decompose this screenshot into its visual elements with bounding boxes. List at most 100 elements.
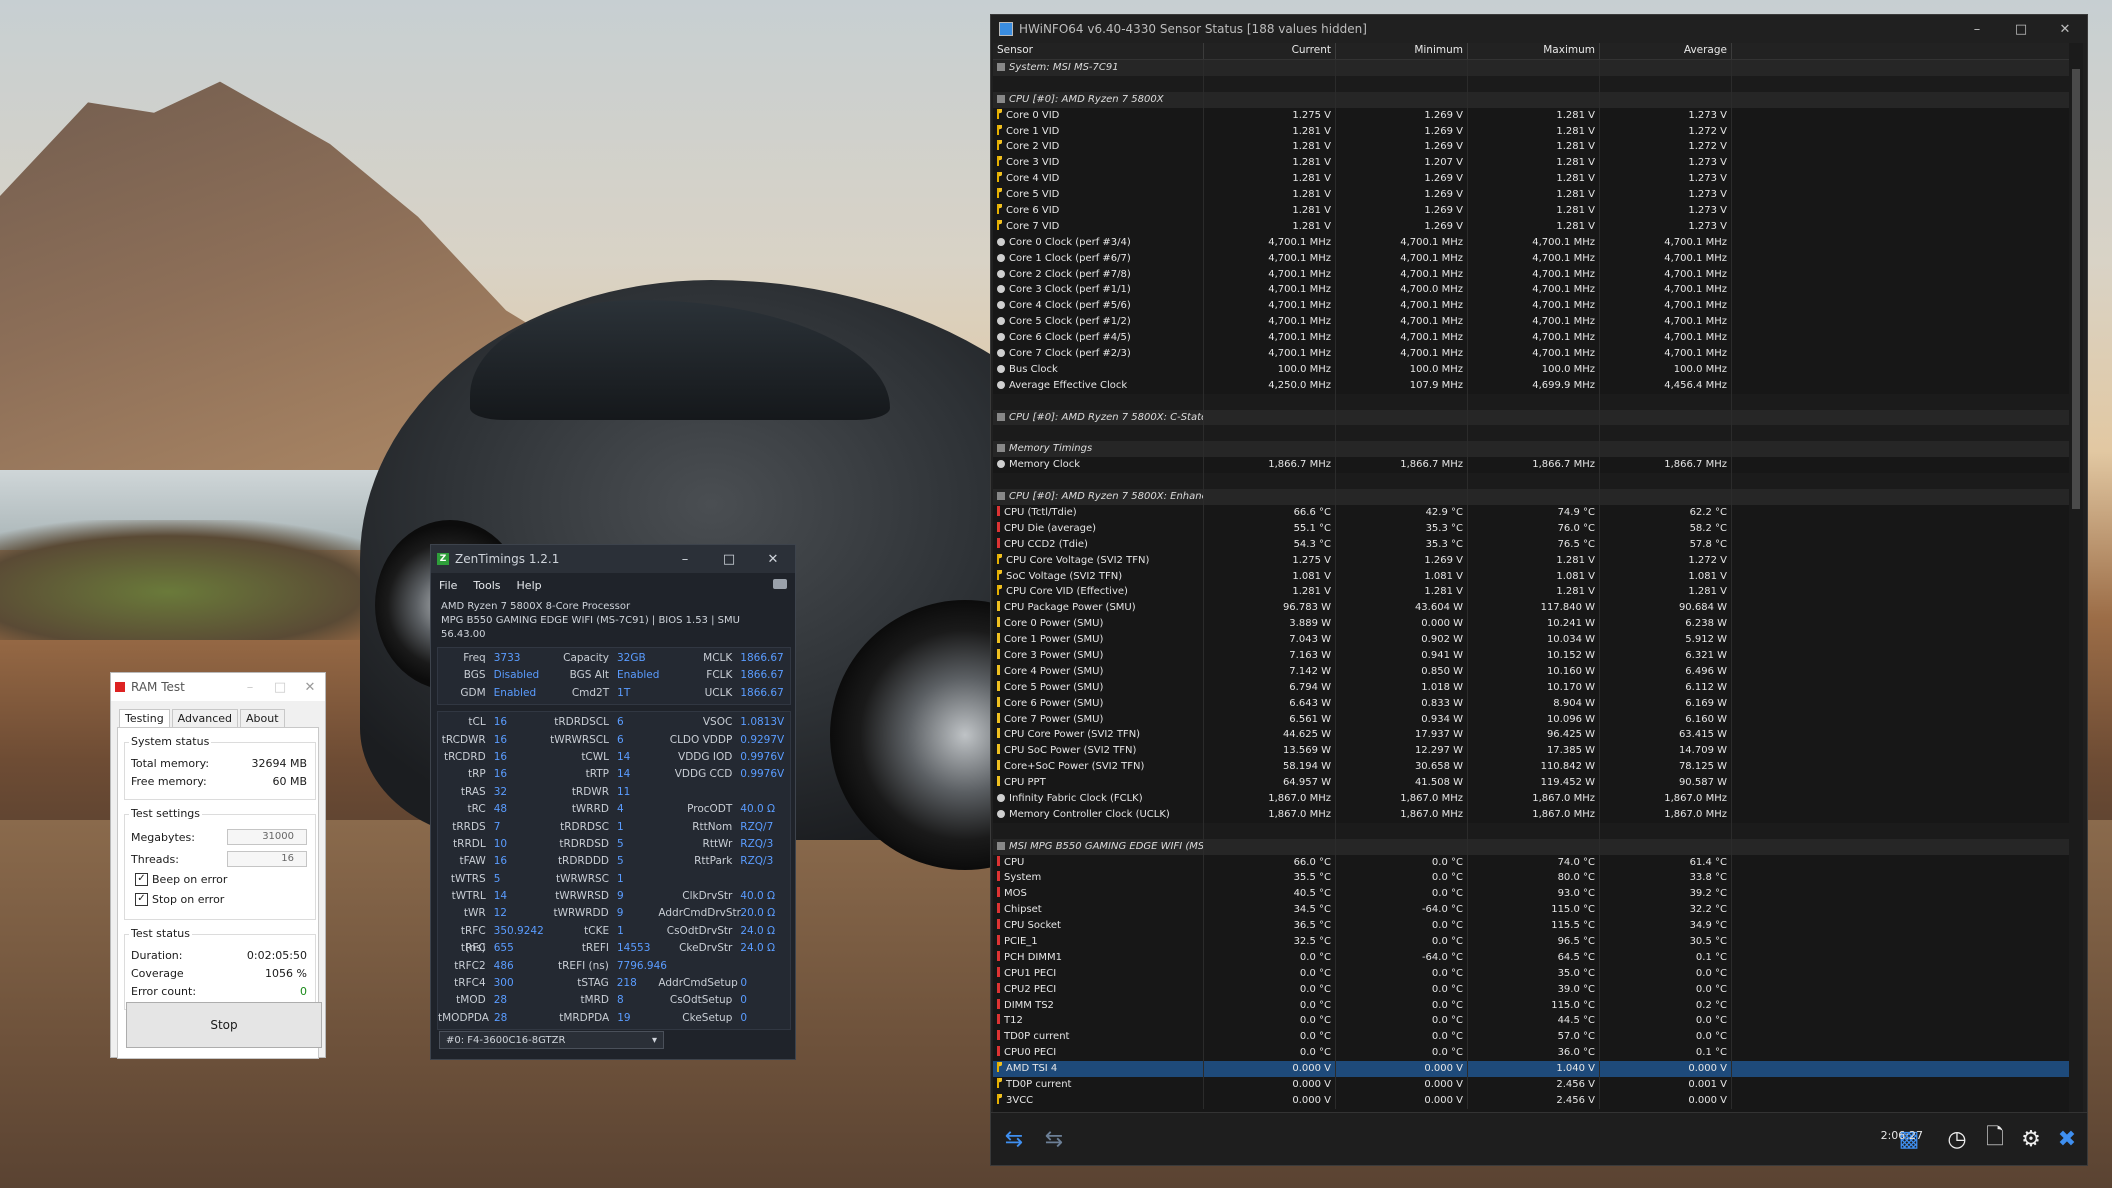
sensor-row[interactable]: CPU Package Power (SMU) 96.783 W 43.604 W1… bbox=[993, 600, 2069, 617]
sensor-group-row[interactable]: CPU [#0]: AMD Ryzen 7 5800X: Enhanced bbox=[993, 489, 2069, 505]
minimize-button[interactable]: – bbox=[1955, 15, 1999, 43]
sensor-row[interactable]: Core 6 Clock (perf #4/5) 4,700.1 MHz 4,700… bbox=[993, 330, 2069, 347]
sensor-row[interactable]: Core 6 VID 1.281 V 1.269 V 1.281 V 1.273 V bbox=[993, 203, 2069, 219]
sensor-row[interactable]: Core 4 Power (SMU) 7.142 W 0.850 W 10.160 W… bbox=[993, 663, 2069, 680]
sensor-label: CPU [#0]: AMD Ryzen 7 5800X: C-State R..… bbox=[1009, 411, 1204, 423]
sensor-row[interactable]: Core 2 VID 1.281 V 1.269 V 1.281 V 1.272 V bbox=[993, 139, 2069, 156]
megabytes-input[interactable]: 31000 bbox=[227, 829, 307, 845]
ram-minimize-button[interactable]: – bbox=[235, 673, 265, 701]
nav-arrows-icon[interactable]: ⇆ bbox=[997, 1125, 1031, 1153]
sensor-row[interactable]: PCIE_1 32.5 °C 0.0 °C 96.5 °C 30.5 °C bbox=[993, 933, 2069, 950]
sensor-row[interactable]: CPU1 PECI 0.0 °C 0.0 °C 35.0 °C 0.0 °C bbox=[993, 965, 2069, 982]
menu-tools[interactable]: Tools bbox=[473, 579, 500, 592]
sensor-row[interactable]: Core 4 Clock (perf #5/6) 4,700.1 MHz 4,700… bbox=[993, 298, 2069, 315]
sensor-row[interactable]: DIMM TS2 0.0 °C 0.0 °C 115.0 °C 0.2 °C bbox=[993, 997, 2069, 1014]
sensor-row[interactable]: Core 0 VID 1.275 V 1.269 V 1.281 V 1.273 V bbox=[993, 107, 2069, 124]
ram-maximize-button[interactable]: □ bbox=[265, 673, 295, 701]
sensor-row[interactable]: Core 4 VID 1.281 V 1.269 V 1.281 V 1.273 V bbox=[993, 171, 2069, 188]
sensor-row[interactable]: System 35.5 °C 0.0 °C 80.0 °C 33.8 °C bbox=[993, 870, 2069, 887]
column-header-average[interactable]: Average bbox=[1600, 43, 1732, 59]
sensor-row[interactable]: Core 0 Clock (perf #3/4) 4,700.1 MHz 4,700… bbox=[993, 234, 2069, 251]
beep-on-error-checkbox[interactable]: ✓ Beep on error bbox=[135, 873, 227, 886]
sensor-row[interactable]: Core 6 Power (SMU) 6.643 W 0.833 W 8.904 W6… bbox=[993, 695, 2069, 712]
sensor-row[interactable]: CPU PPT 64.957 W 41.508 W 119.452 W 90.587 W bbox=[993, 775, 2069, 791]
sensor-row[interactable]: Core 3 Power (SMU) 7.163 W 0.941 W 10.152 W… bbox=[993, 647, 2069, 664]
column-header-sensor[interactable]: Sensor bbox=[993, 43, 1204, 59]
sensor-row[interactable]: MOS 40.5 °C 0.0 °C 93.0 °C 39.2 °C bbox=[993, 886, 2069, 903]
sensor-group-row[interactable]: Memory Timings bbox=[993, 441, 2069, 458]
sensor-row[interactable]: Core 0 Power (SMU) 3.889 W 0.000 W 10.241 W… bbox=[993, 616, 2069, 633]
sensor-row[interactable]: Core 7 VID 1.281 V 1.269 V 1.281 V 1.273 V bbox=[993, 218, 2069, 235]
sensor-row[interactable]: Core 3 Clock (perf #1/1) 4,700.1 MHz 4,700… bbox=[993, 282, 2069, 299]
zen-minimize-button[interactable]: – bbox=[663, 545, 707, 573]
sensor-row[interactable]: CPU Core Voltage (SVI2 TFN) 1.275 V 1.269 … bbox=[993, 552, 2069, 569]
sensor-group-row[interactable]: CPU [#0]: AMD Ryzen 7 5800X: C-State R..… bbox=[993, 409, 2069, 426]
sensor-row[interactable]: Chipset 34.5 °C -64.0 °C 115.0 °C 32.2 °C bbox=[993, 902, 2069, 919]
stop-button[interactable]: Stop bbox=[126, 1002, 322, 1048]
sensor-group-row[interactable]: CPU [#0]: AMD Ryzen 7 5800X bbox=[993, 91, 2069, 108]
sensor-row[interactable]: Core 5 Power (SMU) 6.794 W 1.018 W 10.170 W… bbox=[993, 679, 2069, 696]
zen-close-button[interactable]: ✕ bbox=[751, 545, 795, 573]
sensor-row[interactable]: Core+SoC Power (SVI2 TFN) 58.194 W 30.658 … bbox=[993, 759, 2069, 776]
maximize-button[interactable]: □ bbox=[1999, 15, 2043, 43]
settings-icon[interactable]: ⚙ bbox=[2013, 1125, 2049, 1153]
sensor-row[interactable]: TD0P current 0.0 °C 0.0 °C 57.0 °C 0.0 °C bbox=[993, 1029, 2069, 1046]
memory-module-select[interactable]: #0: F4-3600C16-8GTZR ▾ bbox=[439, 1031, 664, 1049]
sensor-row[interactable]: CPU (Tctl/Tdie) 66.6 °C 42.9 °C 74.9 °C 62.2… bbox=[993, 504, 2069, 521]
camera-icon[interactable] bbox=[773, 579, 787, 589]
hwinfo-titlebar[interactable]: HWiNFO64 v6.40-4330 Sensor Status [188 v… bbox=[991, 15, 2087, 43]
scrollbar-thumb[interactable] bbox=[2072, 69, 2080, 509]
column-header-current[interactable]: Current bbox=[1204, 43, 1336, 59]
nav-arrows-dim-icon[interactable]: ⇆ bbox=[1037, 1125, 1071, 1153]
sensor-row[interactable]: SoC Voltage (SVI2 TFN) 1.081 V 1.081 V 1.08… bbox=[993, 568, 2069, 585]
sensor-row[interactable]: Core 7 Power (SMU) 6.561 W 0.934 W 10.096 W… bbox=[993, 711, 2069, 728]
close-x-icon[interactable]: ✖ bbox=[2051, 1125, 2083, 1153]
sensor-row[interactable]: Core 5 Clock (perf #1/2) 4,700.1 MHz 4,700… bbox=[993, 314, 2069, 331]
sensor-row[interactable]: Core 1 Clock (perf #6/7) 4,700.1 MHz 4,700… bbox=[993, 250, 2069, 267]
sensor-row[interactable]: CPU0 PECI 0.0 °C 0.0 °C 36.0 °C 0.1 °C bbox=[993, 1045, 2069, 1062]
sensor-row[interactable]: Infinity Fabric Clock (FCLK) 1,867.0 MHz 1… bbox=[993, 790, 2069, 807]
sensor-row[interactable]: PCH DIMM1 0.0 °C -64.0 °C 64.5 °C 0.1 °C bbox=[993, 949, 2069, 966]
sensor-row[interactable]: Core 1 VID 1.281 V 1.269 V 1.281 V 1.272 V bbox=[993, 123, 2069, 140]
column-header-minimum[interactable]: Minimum bbox=[1336, 43, 1468, 59]
column-header-maximum[interactable]: Maximum bbox=[1468, 43, 1600, 59]
close-button[interactable]: ✕ bbox=[2043, 15, 2087, 43]
sensor-row[interactable]: Core 7 Clock (perf #2/3) 4,700.1 MHz 4,700… bbox=[993, 346, 2069, 362]
ram-titlebar[interactable]: RAM Test – □ ✕ bbox=[111, 673, 325, 701]
sensor-row[interactable]: CPU2 PECI 0.0 °C 0.0 °C 39.0 °C 0.0 °C bbox=[993, 981, 2069, 998]
sensor-row[interactable]: Average Effective Clock 4,250.0 MHz 107.9 … bbox=[993, 377, 2069, 394]
tab-testing[interactable]: Testing bbox=[119, 709, 170, 727]
sensor-row[interactable]: TD0P current 0.000 V 0.000 V 2.456 V 0.001 V bbox=[993, 1077, 2069, 1093]
stop-on-error-checkbox[interactable]: ✓ Stop on error bbox=[135, 893, 224, 906]
sensor-row[interactable]: CPU Die (average) 55.1 °C 35.3 °C 76.0 °C 58… bbox=[993, 520, 2069, 537]
tab-advanced[interactable]: Advanced bbox=[171, 709, 239, 727]
sensor-row[interactable]: CPU Core VID (Effective) 1.281 V 1.281 V 1.… bbox=[993, 584, 2069, 601]
sensor-row[interactable]: AMD TSI 4 0.000 V 0.000 V 1.040 V 0.000 V bbox=[993, 1061, 2069, 1077]
sensor-scrollbar[interactable] bbox=[2069, 43, 2083, 1127]
sensor-group-row[interactable]: MSI MPG B550 GAMING EDGE WIFI (MS-... bbox=[993, 838, 2069, 855]
sensor-row[interactable]: CPU CCD2 (Tdie) 54.3 °C 35.3 °C 76.5 °C 57.8… bbox=[993, 536, 2069, 553]
sensor-row[interactable]: CPU Socket 36.5 °C 0.0 °C 115.5 °C 34.9 °C bbox=[993, 918, 2069, 934]
sensor-row[interactable]: 3VCC 0.000 V 0.000 V 2.456 V 0.000 V bbox=[993, 1092, 2069, 1109]
sensor-row[interactable]: Core 1 Power (SMU) 7.043 W 0.902 W 10.034 W… bbox=[993, 632, 2069, 648]
sensor-row[interactable]: Core 3 VID 1.281 V 1.207 V 1.281 V 1.273 V bbox=[993, 155, 2069, 172]
clock-icon[interactable]: ◷ bbox=[1939, 1125, 1975, 1153]
sensor-row[interactable]: Memory Clock 1,866.7 MHz 1,866.7 MHz 1,866.… bbox=[993, 457, 2069, 474]
tab-about[interactable]: About bbox=[240, 709, 285, 727]
report-icon[interactable]: 🗋 bbox=[1977, 1125, 2013, 1153]
menu-help[interactable]: Help bbox=[517, 579, 542, 592]
threads-input[interactable]: 16 bbox=[227, 851, 307, 867]
zen-titlebar[interactable]: Z ZenTimings 1.2.1 – □ ✕ bbox=[431, 545, 795, 573]
menu-file[interactable]: File bbox=[439, 579, 457, 592]
sensor-row[interactable]: Memory Controller Clock (UCLK) 1,867.0 MH… bbox=[993, 806, 2069, 823]
sensor-row[interactable]: CPU 66.0 °C 0.0 °C 74.0 °C 61.4 °C bbox=[993, 854, 2069, 871]
sensor-row[interactable]: Core 2 Clock (perf #7/8) 4,700.1 MHz 4,700… bbox=[993, 266, 2069, 283]
sensor-row[interactable]: Core 5 VID 1.281 V 1.269 V 1.281 V 1.273 V bbox=[993, 187, 2069, 204]
zen-maximize-button[interactable]: □ bbox=[707, 545, 751, 573]
ram-close-button[interactable]: ✕ bbox=[295, 673, 325, 701]
sensor-row[interactable]: T12 0.0 °C 0.0 °C 44.5 °C 0.0 °C bbox=[993, 1013, 2069, 1030]
sensor-row[interactable]: CPU SoC Power (SVI2 TFN) 13.569 W 12.297 W… bbox=[993, 743, 2069, 760]
sensor-row[interactable]: Bus Clock 100.0 MHz 100.0 MHz 100.0 MHz 100.… bbox=[993, 361, 2069, 378]
sensor-row[interactable]: CPU Core Power (SVI2 TFN) 44.625 W 17.937 … bbox=[993, 727, 2069, 744]
sensor-group-row[interactable]: System: MSI MS-7C91 bbox=[993, 60, 2069, 76]
